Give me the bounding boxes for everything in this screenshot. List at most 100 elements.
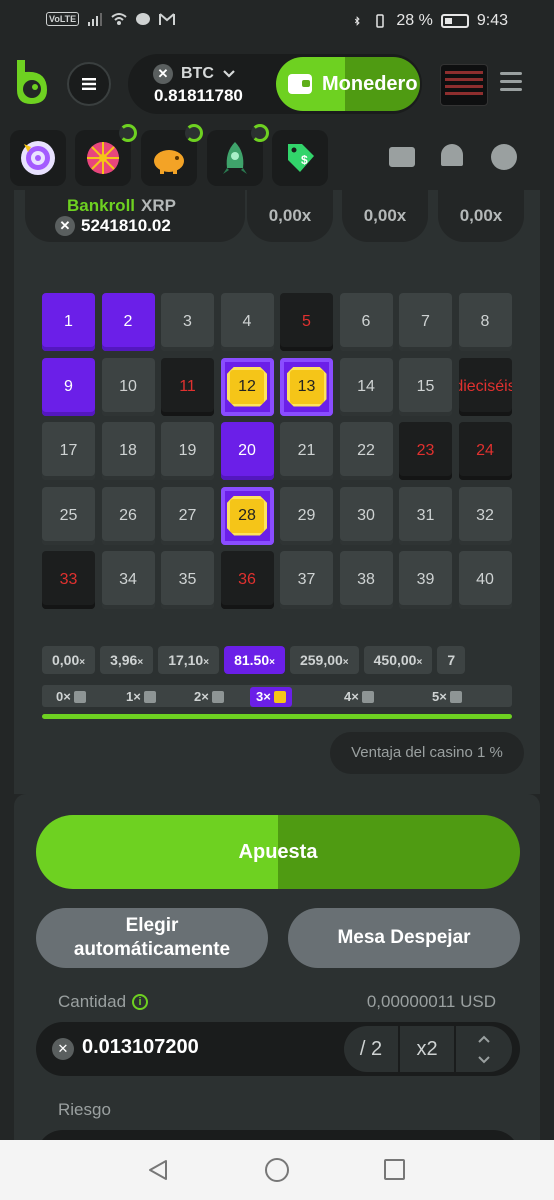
keno-cell[interactable]: 14 [339, 357, 393, 416]
progress-ring-icon [251, 124, 269, 142]
usd-equivalent: 0,00000011 USD [366, 992, 496, 1011]
list-menu-icon[interactable] [500, 72, 522, 91]
bc-logo-icon[interactable] [13, 58, 51, 106]
hit-count-label: 0× [50, 687, 92, 707]
vibrate-icon [376, 14, 385, 28]
keno-cell[interactable]: 21 [280, 422, 333, 480]
chevron-up-icon [478, 1035, 490, 1043]
auto-pick-label-line2: automáticamente [73, 939, 231, 960]
recent-game-thumbnail[interactable] [440, 64, 488, 106]
amount-stepper[interactable] [456, 1026, 512, 1072]
keno-game-panel: Bankroll XRP ✕ 5241810.02 0,00x 0,00x 0,0… [14, 190, 540, 794]
balance-widget[interactable]: ✕ BTC 0.81811780 Monedero [128, 54, 422, 114]
gem-icon [273, 691, 286, 703]
spin-target-icon[interactable] [10, 130, 66, 186]
keno-cell[interactable]: 5 [280, 293, 333, 351]
keno-cell[interactable]: 32 [458, 486, 512, 545]
keno-cell[interactable]: 36 [220, 551, 274, 609]
half-button[interactable]: / 2 [344, 1026, 398, 1072]
currency-code: BTC [181, 65, 214, 82]
hits-row: 0× 1× 2× 3× 4× 5× [42, 685, 512, 707]
keno-cell[interactable]: 40 [458, 551, 512, 609]
keno-cell[interactable]: 38 [339, 551, 393, 609]
keno-cell[interactable]: 11 [161, 357, 214, 416]
keno-cell[interactable]: 19 [161, 422, 214, 480]
keno-cell[interactable]: 30 [339, 486, 393, 545]
clear-table-button[interactable]: Mesa Despejar [288, 908, 520, 968]
gem-icon: 28 [227, 495, 267, 536]
menu-button[interactable] [67, 62, 111, 106]
price-tag-icon[interactable]: $ [272, 130, 328, 186]
keno-cell[interactable]: 20 [220, 422, 274, 480]
lucky-wheel-icon[interactable] [75, 124, 137, 186]
currency-selector[interactable]: ✕ BTC [153, 64, 236, 84]
keno-cell[interactable]: 13 [280, 357, 333, 416]
keno-cell[interactable]: 24 [458, 422, 512, 480]
mail-icon[interactable] [389, 147, 415, 167]
keno-cell[interactable]: 33 [42, 551, 95, 609]
gmail-icon [159, 13, 176, 25]
chat-icon[interactable] [491, 144, 517, 170]
gem-icon: 12 [227, 366, 267, 407]
keno-cell[interactable]: 12 [220, 357, 274, 416]
payout-chip: 17,10× [158, 646, 220, 674]
wallet-button[interactable]: Monedero [276, 57, 420, 111]
payout-chip: 81.50× [224, 646, 285, 674]
progress-ring-icon [119, 124, 137, 142]
keno-cell[interactable]: 35 [161, 551, 214, 609]
back-icon[interactable] [146, 1158, 170, 1182]
keno-cell[interactable]: 34 [101, 551, 155, 609]
keno-cell[interactable]: 3 [161, 293, 214, 351]
keno-cell[interactable]: 37 [280, 551, 333, 609]
balance-value: 0.81811780 [154, 86, 243, 105]
hit-count-text: 0× [56, 689, 71, 704]
info-icon[interactable]: i [132, 994, 149, 1010]
keno-cell[interactable]: 29 [280, 486, 333, 545]
gem-icon [211, 691, 224, 703]
svg-text:$: $ [301, 153, 308, 167]
bet-button[interactable]: Apuesta [36, 815, 520, 889]
multiplier-pill: 0,00x [247, 190, 333, 242]
recents-icon[interactable] [384, 1159, 405, 1180]
keno-cell[interactable]: 23 [399, 422, 452, 480]
keno-cell[interactable]: dieciséis [458, 357, 512, 416]
gem-icon [143, 691, 156, 703]
auto-pick-label-line1: Elegir [125, 915, 179, 936]
keno-cell[interactable]: 17 [42, 422, 95, 480]
amount-value[interactable]: 0.013107200 [82, 1036, 199, 1059]
keno-cell[interactable]: 1 [42, 293, 95, 351]
rocket-icon[interactable] [207, 124, 269, 186]
double-button[interactable]: x2 [400, 1026, 454, 1072]
keno-cell[interactable]: 39 [399, 551, 452, 609]
home-icon[interactable] [265, 1158, 289, 1182]
payout-suffix: × [79, 657, 86, 668]
bankroll-currency: XRP [141, 196, 176, 215]
keno-cell[interactable]: 25 [42, 486, 95, 545]
keno-cell[interactable]: 22 [339, 422, 393, 480]
promo-row: $ [0, 124, 554, 190]
keno-cell[interactable]: 2 [101, 293, 155, 351]
keno-cell[interactable]: 31 [399, 486, 452, 545]
hit-count-label: 2× [188, 687, 230, 707]
progress-fill [42, 714, 512, 719]
payout-value: 81.50 [234, 652, 270, 668]
keno-cell[interactable]: 18 [101, 422, 155, 480]
status-right: 28 % 9:43 [354, 12, 508, 30]
keno-cell[interactable]: 8 [458, 293, 512, 351]
bell-icon[interactable] [441, 144, 463, 166]
keno-cell[interactable]: 26 [101, 486, 155, 545]
amount-field[interactable]: ✕ 0.013107200 / 2 x2 [36, 1022, 520, 1076]
keno-cell[interactable]: 9 [42, 357, 95, 416]
keno-cell[interactable]: 6 [339, 293, 393, 351]
keno-cell[interactable]: 15 [399, 357, 452, 416]
keno-cell[interactable]: 28 [220, 486, 274, 545]
piggy-bank-icon[interactable] [141, 124, 203, 186]
auto-pick-button[interactable]: Elegir automáticamente [36, 908, 268, 968]
keno-cell[interactable]: 4 [220, 293, 274, 351]
bankroll-value: 5241810.02 [81, 216, 171, 235]
keno-cell[interactable]: 7 [399, 293, 452, 351]
keno-cell[interactable]: 27 [161, 486, 214, 545]
payout-chip: 0,00× [42, 646, 96, 674]
keno-cell[interactable]: 10 [101, 357, 155, 416]
progress-bar [42, 714, 512, 719]
